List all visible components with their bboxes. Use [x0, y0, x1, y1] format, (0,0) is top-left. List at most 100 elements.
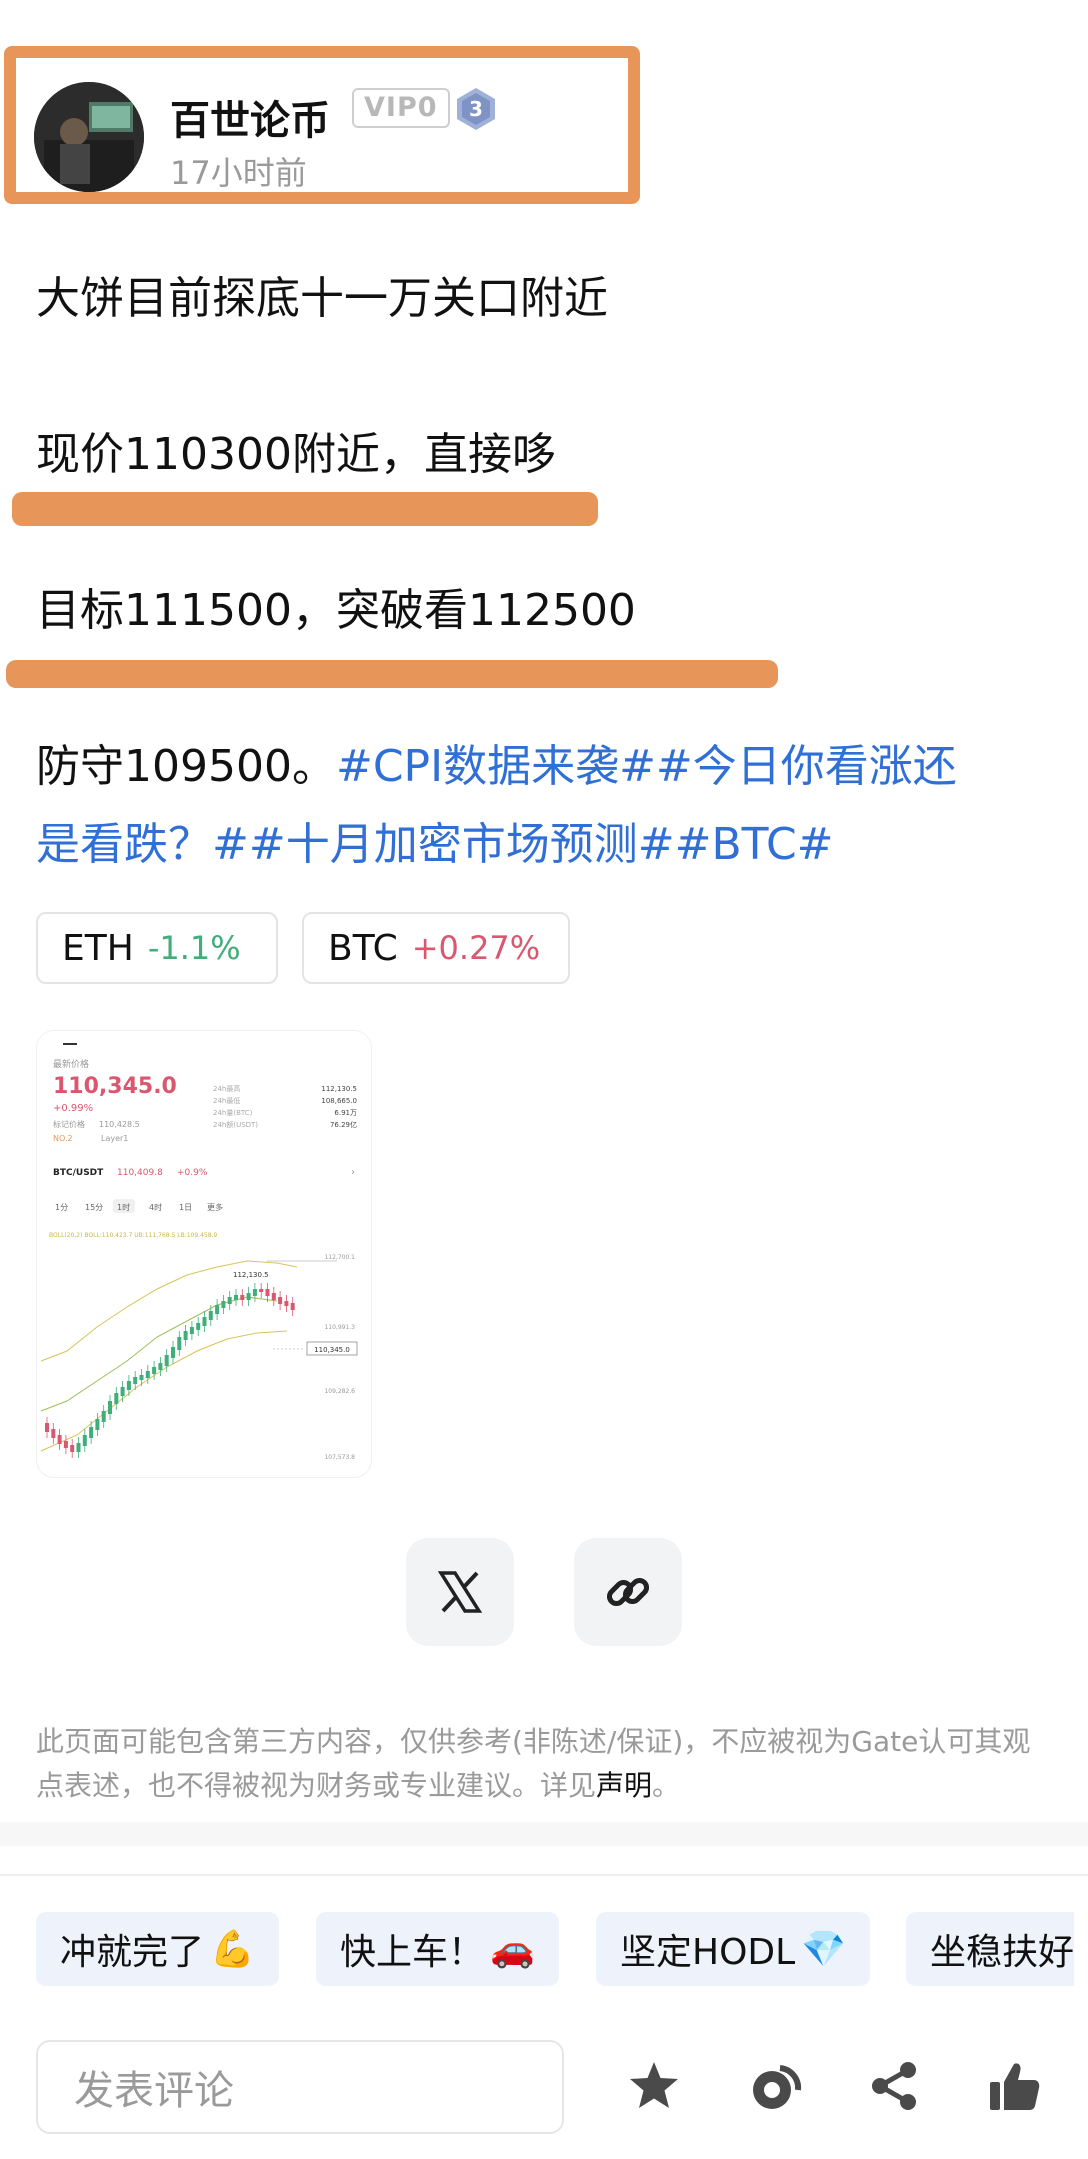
chip-label: 快上车！ [340, 1932, 485, 1973]
link-icon [606, 1577, 650, 1607]
stat-key: 24h量(BTC) [213, 1109, 253, 1117]
chip-emoji: 💪 [210, 1929, 255, 1970]
boll-readout: BOLL(20,2) BOLL:110,423.7 UB:111,768.5 L… [49, 1232, 217, 1239]
post-line-4: 防守109500。#CPI数据来袭##今日你看涨还 [36, 730, 957, 794]
post-line-2: 现价110300附近，直接哆 [36, 429, 556, 480]
candle-body [152, 1367, 157, 1374]
disclaimer-text: 此页面可能包含第三方内容，仅供参考(非陈述/保证)，不应被视为Gate认可其观点… [36, 1720, 1046, 1808]
quick-reply-chip[interactable]: 冲就完了 💪 [36, 1912, 279, 1986]
ticker-change: -1.1% [147, 929, 241, 967]
hashtag-links-2[interactable]: 是看跌？##十月加密市场预测##BTC# [36, 808, 834, 872]
candle-body [139, 1375, 144, 1380]
star-icon [630, 2062, 678, 2108]
pair-price: 110,409.8 [117, 1168, 163, 1178]
candle-body [246, 1293, 251, 1300]
candle-body [227, 1297, 232, 1304]
copy-link-button[interactable] [574, 1538, 682, 1646]
author-name[interactable]: 百世论币 [170, 88, 330, 146]
chip-label: 坐稳扶好 [930, 1932, 1075, 1973]
pair-name: BTC/USDT [53, 1168, 104, 1178]
mark-label: 标记价格 [53, 1119, 85, 1129]
candle-body [221, 1301, 226, 1308]
candle-body [215, 1305, 220, 1314]
pair-pct: +0.9% [177, 1168, 208, 1178]
candle-body [290, 1303, 295, 1310]
hashtag-links[interactable]: #CPI数据来袭##今日你看涨还 [336, 741, 957, 792]
quick-reply-chip[interactable]: 快上车！ 🚗 [316, 1912, 559, 1986]
candle-body [202, 1317, 207, 1326]
share-button[interactable] [864, 2056, 924, 2116]
post-line-1: 大饼目前探底十一万关口附近 [36, 273, 608, 324]
stat-value: 6.91万 [334, 1109, 357, 1117]
ticker-change: +0.27% [411, 929, 541, 967]
candle-body [234, 1295, 238, 1300]
candle-body [196, 1323, 201, 1330]
comment-input[interactable]: 发表评论 [36, 2040, 564, 2134]
chip-emoji: 💎 [801, 1929, 847, 1970]
candle-body [95, 1419, 100, 1430]
candle-body [171, 1347, 175, 1358]
stat-key: 24h最低 [213, 1096, 240, 1105]
tag-no: NO.2 [53, 1134, 73, 1143]
candle-body [45, 1423, 49, 1432]
chevron-right-icon: › [351, 1167, 355, 1178]
timeframe-tab: 4时 [149, 1202, 162, 1212]
stat-value: 76.29亿 [330, 1120, 357, 1129]
candle-body [70, 1445, 75, 1452]
ticker-btc[interactable]: BTC +0.27% [302, 912, 570, 984]
price-mark: 112,700.1 [324, 1254, 355, 1261]
candle-body [82, 1435, 87, 1446]
chip-label: 冲就完了 [60, 1932, 205, 1973]
share-x-button[interactable] [406, 1538, 514, 1646]
candle-body [208, 1311, 213, 1320]
candle-body [89, 1427, 94, 1438]
candle-body [76, 1443, 81, 1452]
like-button[interactable] [984, 2056, 1044, 2116]
ticker-eth[interactable]: ETH -1.1% [36, 912, 278, 984]
thumb-price: 110,345.0 [53, 1074, 177, 1099]
highlight-underline-2 [6, 660, 778, 688]
post-line-3: 目标111500，突破看112500 [36, 585, 636, 636]
disclaimer-body: 此页面可能包含第三方内容，仅供参考(非陈述/保证)，不应被视为Gate认可其观点… [36, 1725, 1031, 1802]
timeframe-tab: 15分 [85, 1203, 103, 1212]
coin-icon [753, 2065, 802, 2109]
timeframe-tab: 1日 [179, 1203, 192, 1212]
candle-body [126, 1381, 131, 1390]
price-mark: 109,282.6 [324, 1388, 355, 1395]
latest-price-label: 最新价格 [53, 1058, 89, 1070]
candle-body [259, 1289, 264, 1292]
post-time: 17小时前 [170, 154, 307, 192]
candle-body [252, 1289, 257, 1296]
candle-body [265, 1289, 270, 1296]
thumbs-up-icon [990, 2063, 1040, 2110]
comment-placeholder: 发表评论 [74, 2068, 234, 2114]
section-divider [0, 1822, 1088, 1846]
chip-label: 坚定HODL [620, 1932, 796, 1973]
level-number: 3 [469, 97, 483, 121]
timeframe-tab: 更多 [207, 1202, 223, 1212]
candle-body [108, 1401, 112, 1414]
last-price-label: 110,345.0 [314, 1346, 350, 1354]
candle-body [158, 1363, 163, 1370]
tag-layer: Layer1 [101, 1134, 128, 1143]
highlight-underline-1 [12, 492, 598, 526]
candle-body [51, 1429, 56, 1438]
price-mark: 110,991.3 [324, 1324, 355, 1331]
tip-button[interactable] [746, 2056, 806, 2116]
ticker-symbol: ETH [62, 927, 134, 969]
candle-body [271, 1293, 276, 1300]
mark-value: 110,428.5 [99, 1120, 140, 1129]
disclaimer-link[interactable]: 声明 [596, 1769, 652, 1802]
candle-body [114, 1393, 119, 1404]
candle-body [189, 1327, 194, 1334]
avatar[interactable] [34, 82, 144, 192]
quick-reply-chip[interactable]: 坐稳扶好 [906, 1912, 1075, 1986]
candle-body [177, 1337, 182, 1350]
favorite-button[interactable] [624, 2056, 684, 2116]
stat-value: 108,665.0 [321, 1097, 357, 1105]
quick-reply-chip[interactable]: 坚定HODL 💎 [596, 1912, 871, 1986]
chart-screenshot-thumbnail[interactable]: 最新价格 110,345.0 +0.99% 标记价格 110,428.5 NO.… [36, 1030, 372, 1478]
ticker-symbol: BTC [328, 927, 398, 969]
thumb-pct: +0.99% [53, 1103, 93, 1114]
candle-body [240, 1295, 245, 1300]
